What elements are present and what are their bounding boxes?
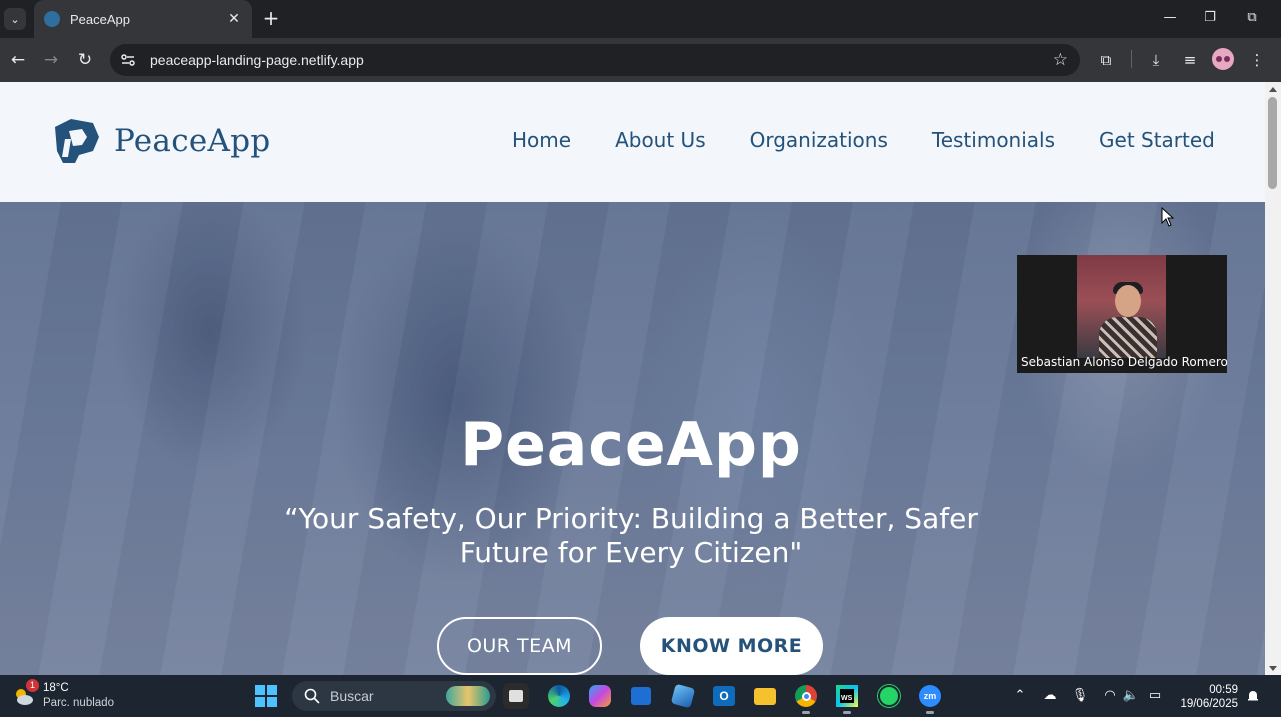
page-viewport: PeaceApp Home About Us Organizations Tes… <box>0 82 1265 675</box>
address-bar[interactable]: peaceapp-landing-page.netlify.app ☆ <box>110 44 1080 76</box>
mouse-cursor-icon <box>1161 207 1175 227</box>
url-text: peaceapp-landing-page.netlify.app <box>150 52 364 68</box>
windows-start-icon[interactable] <box>253 683 279 709</box>
logo-text: PeaceApp <box>114 123 271 159</box>
main-nav: Home About Us Organizations Testimonials… <box>490 128 1237 152</box>
chrome-running-indicator <box>802 711 810 714</box>
site-header: PeaceApp Home About Us Organizations Tes… <box>0 82 1265 202</box>
webstorm-icon[interactable]: WS <box>834 683 860 709</box>
windows-taskbar: 1 18°C Parc. nublado Buscar O WS zm ⌃ ☁ … <box>0 675 1281 717</box>
peaceapp-logo-icon <box>55 119 99 163</box>
edge-browser-icon[interactable] <box>546 683 572 709</box>
site-logo[interactable]: PeaceApp <box>49 117 270 165</box>
nav-organizations[interactable]: Organizations <box>750 128 888 152</box>
zoom-icon[interactable]: zm <box>917 683 943 709</box>
nav-get-started[interactable]: Get Started <box>1099 128 1215 152</box>
microphone-icon[interactable]: 🎙 <box>1071 687 1089 705</box>
wifi-icon[interactable]: ◠ <box>1101 687 1119 705</box>
search-placeholder: Buscar <box>330 688 374 704</box>
webstorm-running-indicator <box>843 711 851 714</box>
clock-time: 00:59 <box>1209 684 1238 696</box>
restore-window-button[interactable]: ❐ <box>1190 6 1230 30</box>
browser-toolbar: ← → ↻ peaceapp-landing-page.netlify.app … <box>0 38 1281 82</box>
weather-widget[interactable]: 1 18°C Parc. nublado <box>12 679 114 711</box>
reload-icon[interactable]: ↻ <box>73 48 97 72</box>
tab-search-button[interactable]: ⌄ <box>4 8 26 30</box>
weather-temperature: 18°C <box>43 682 69 694</box>
nav-about-us[interactable]: About Us <box>615 128 706 152</box>
outlook-icon[interactable]: O <box>711 683 737 709</box>
scroll-down-arrow-icon[interactable] <box>1269 666 1277 671</box>
minimize-window-button[interactable]: — <box>1150 6 1190 30</box>
video-call-tile[interactable]: Sebastian Alonso Delgado Romero <box>1017 255 1227 373</box>
profile-avatar[interactable] <box>1212 48 1234 70</box>
clock-date: 19/06/2025 <box>1180 698 1238 710</box>
whatsapp-icon[interactable] <box>876 683 902 709</box>
media-controls-icon[interactable]: ≡ <box>1178 48 1202 72</box>
notifications-bell-icon[interactable] <box>1246 689 1260 703</box>
tab-title: PeaceApp <box>70 11 130 27</box>
site-favicon-icon <box>44 11 60 27</box>
participant-body <box>1099 317 1157 358</box>
scroll-up-arrow-icon[interactable] <box>1269 87 1277 92</box>
participant-head <box>1115 285 1141 317</box>
participant-video <box>1077 255 1166 358</box>
nav-home[interactable]: Home <box>512 128 571 152</box>
system-clock[interactable]: 00:59 19/06/2025 <box>1175 683 1238 711</box>
page-scrollbar[interactable] <box>1265 82 1281 675</box>
back-arrow-icon[interactable]: ← <box>6 48 30 72</box>
taskbar-search[interactable]: Buscar <box>292 681 496 711</box>
task-view-icon[interactable] <box>503 683 529 709</box>
zoom-running-indicator <box>926 711 934 714</box>
new-tab-button[interactable]: + <box>260 8 282 30</box>
hero-quote: “Your Safety, Our Priority: Building a B… <box>284 502 978 569</box>
file-explorer-icon[interactable] <box>752 683 778 709</box>
battery-icon[interactable]: ▭ <box>1146 687 1164 705</box>
snipping-tool-icon[interactable] <box>670 683 696 709</box>
browser-tab-strip: ⌄ PeaceApp ✕ + — ❐ ⧉ <box>0 0 1281 38</box>
our-team-button[interactable]: OUR TEAM <box>437 617 602 675</box>
toolbar-divider <box>1131 50 1132 68</box>
site-info-icon[interactable] <box>120 52 136 68</box>
search-icon <box>304 688 320 704</box>
extensions-icon[interactable]: ⧉ <box>1094 48 1118 72</box>
bookmark-star-icon[interactable]: ☆ <box>1053 50 1068 70</box>
volume-icon[interactable]: 🔈 <box>1122 687 1140 705</box>
downloads-icon[interactable]: ⤓ <box>1144 48 1168 72</box>
participant-name: Sebastian Alonso Delgado Romero <box>1021 355 1227 369</box>
nav-testimonials[interactable]: Testimonials <box>932 128 1055 152</box>
chrome-icon[interactable] <box>793 683 819 709</box>
microsoft-store-icon[interactable] <box>628 683 654 709</box>
forward-arrow-icon[interactable]: → <box>39 48 63 72</box>
active-tab[interactable]: PeaceApp ✕ <box>34 0 252 38</box>
show-hidden-icons-chevron-icon[interactable]: ⌃ <box>1011 687 1029 705</box>
copilot-icon[interactable] <box>587 683 613 709</box>
weather-alert-badge: 1 <box>26 679 39 692</box>
weather-condition: Parc. nublado <box>43 697 114 709</box>
search-highlight-image <box>446 686 490 706</box>
close-window-button[interactable]: ⧉ <box>1232 6 1272 30</box>
know-more-button[interactable]: KNOW MORE <box>640 617 823 675</box>
scroll-thumb[interactable] <box>1268 97 1277 189</box>
menu-kebab-icon[interactable]: ⋮ <box>1245 48 1269 72</box>
onedrive-icon[interactable]: ☁ <box>1041 687 1059 705</box>
close-tab-icon[interactable]: ✕ <box>226 11 242 27</box>
hero-title: PeaceApp <box>460 410 802 480</box>
